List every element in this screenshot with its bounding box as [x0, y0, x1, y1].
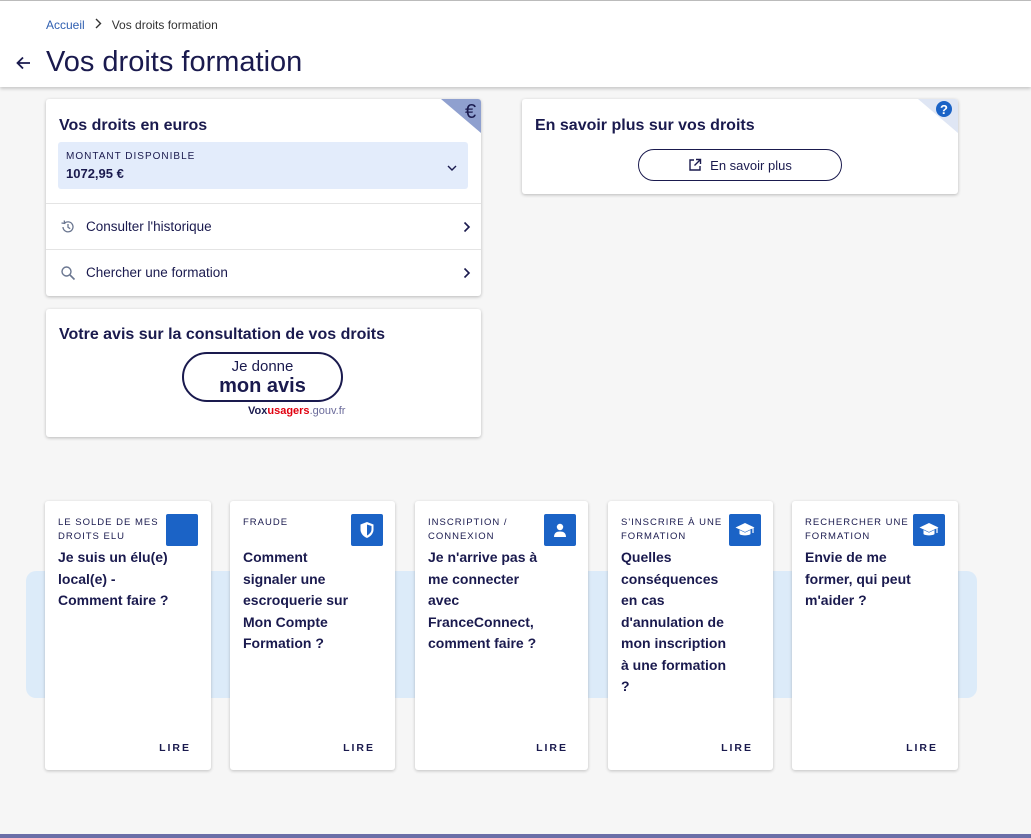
en-savoir-plus-label: En savoir plus [710, 157, 792, 173]
faq-question: Je n'arrive pas à me connecter avec Fran… [428, 549, 538, 651]
usagers-text: usagers [267, 405, 310, 417]
question-symbol: ? [940, 102, 948, 117]
montant-value: 1072,95 € [66, 166, 124, 181]
droits-title: Vos droits en euros [59, 117, 208, 134]
voxusagers-logo: Voxusagers.gouv.fr [248, 405, 345, 417]
faq-question: Je suis un élu(e) local(e) - Comment fai… [58, 549, 169, 608]
faq-card-annulation[interactable]: S'INSCRIRE À UNE FORMATION Quelles consé… [608, 501, 773, 770]
faq-category: RECHERCHER UNE FORMATION [805, 517, 909, 542]
bottom-border [0, 834, 1031, 838]
avis-card: Votre avis sur la consultation de vos dr… [46, 309, 481, 437]
shield-icon [351, 514, 383, 546]
search-formation-label: Chercher une formation [86, 265, 228, 280]
gouv-text: .gouv.fr [309, 405, 346, 417]
en-savoir-plus-button[interactable]: En savoir plus [638, 149, 842, 181]
faq-card-elu[interactable]: LE SOLDE DE MES DROITS ELU Je suis un él… [45, 501, 211, 770]
faq-read-link[interactable]: LIRE [343, 742, 375, 754]
history-icon [60, 219, 76, 235]
search-formation-row[interactable]: Chercher une formation [46, 249, 481, 295]
breadcrumb-home-link[interactable]: Accueil [46, 18, 85, 32]
faq-card-fraude[interactable]: FRAUDE Comment signaler une escroquerie … [230, 501, 395, 770]
avis-title: Votre avis sur la consultation de vos dr… [59, 326, 386, 343]
chevron-right-icon [463, 220, 471, 233]
breadcrumb-separator-icon [95, 18, 102, 32]
search-icon [60, 265, 76, 281]
external-link-icon [689, 158, 702, 171]
faq-read-link[interactable]: LIRE [906, 742, 938, 754]
euro-symbol: € [465, 101, 476, 123]
faq-question: Comment signaler une escroquerie sur Mon… [243, 549, 349, 651]
faq-card-rechercher[interactable]: RECHERCHER UNE FORMATION Envie de me for… [792, 501, 958, 770]
blank-icon [166, 514, 198, 546]
savoir-title: En savoir plus sur vos droits [535, 117, 755, 134]
help-corner-icon: ? [918, 99, 958, 133]
breadcrumb-current: Vos droits formation [111, 18, 218, 32]
graduation-cap-icon [729, 514, 761, 546]
avis-button-line1: Je donne [231, 358, 294, 375]
faq-card-connexion[interactable]: INSCRIPTION / CONNEXION Je n'arrive pas … [415, 501, 588, 770]
back-arrow-icon[interactable] [14, 53, 34, 73]
faq-category: S'INSCRIRE À UNE FORMATION [621, 517, 723, 542]
breadcrumb: Accueil Vos droits formation [46, 18, 218, 32]
faq-read-link[interactable]: LIRE [159, 742, 191, 754]
faq-question: Envie de me former, qui peut m'aider ? [805, 549, 911, 608]
montant-label: MONTANT DISPONIBLE [66, 151, 196, 162]
chevron-down-icon [446, 160, 458, 171]
history-row[interactable]: Consulter l'historique [46, 203, 481, 249]
page-header: Accueil Vos droits formation Vos droits … [0, 1, 1031, 87]
avis-button-line2: mon avis [219, 375, 306, 397]
page-title: Vos droits formation [46, 46, 303, 78]
graduation-cap-icon [913, 514, 945, 546]
faq-question: Quelles conséquences en cas d'annulation… [621, 549, 727, 694]
user-icon [544, 514, 576, 546]
faq-read-link[interactable]: LIRE [721, 742, 753, 754]
montant-dropdown[interactable]: MONTANT DISPONIBLE 1072,95 € [58, 142, 468, 189]
droits-card: € Vos droits en euros MONTANT DISPONIBLE… [46, 99, 481, 296]
chevron-right-icon [463, 266, 471, 279]
faq-category: FRAUDE [243, 517, 289, 528]
faq-category: INSCRIPTION / CONNEXION [428, 517, 508, 542]
faq-category: LE SOLDE DE MES DROITS ELU [58, 517, 159, 542]
savoir-card: ? En savoir plus sur vos droits En savoi… [522, 99, 958, 194]
history-label: Consulter l'historique [86, 219, 212, 234]
faq-read-link[interactable]: LIRE [536, 742, 568, 754]
euro-corner-icon: € [441, 99, 481, 133]
donner-avis-button[interactable]: Je donne mon avis [182, 352, 343, 402]
vox-text: Vox [248, 405, 268, 417]
